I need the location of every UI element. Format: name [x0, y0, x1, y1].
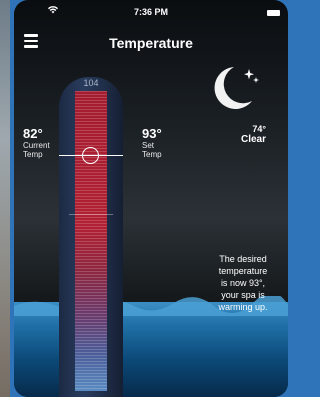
- message-line-3: is now 93°,: [220, 278, 266, 288]
- thermometer-scale-max: 104: [83, 78, 99, 88]
- set-temp-label-1: Set: [142, 141, 155, 150]
- page-title: Temperature: [109, 35, 193, 51]
- battery-icon: [267, 10, 280, 16]
- message-line-4: your spa is: [221, 290, 265, 300]
- set-temp-label-2: Temp: [142, 150, 162, 159]
- current-temp-label-2: Temp: [23, 150, 43, 159]
- adjacent-screen-left: [0, 0, 10, 397]
- thermometer-tube: [75, 91, 107, 391]
- status-message: The desired temperature is now 93°, your…: [202, 253, 284, 313]
- water-background: [14, 302, 288, 397]
- moon-stars-icon: [214, 67, 259, 109]
- status-time: 7:36 PM: [133, 7, 168, 17]
- background-right: [291, 0, 299, 397]
- thermometer-slider[interactable]: 104: [59, 77, 123, 397]
- weather-condition: Clear: [240, 134, 266, 145]
- message-line-2: temperature: [218, 266, 268, 276]
- message-line-1: The desired: [219, 254, 267, 264]
- phone-screen: 7:36 PM Temperature 74° Clear 82° Curren…: [14, 0, 288, 397]
- outdoor-temperature: 74°: [252, 124, 266, 134]
- message-line-5: warming up.: [218, 302, 268, 312]
- current-temp-block: 82° Current Temp: [23, 126, 50, 160]
- weather-summary: 74° Clear: [241, 124, 266, 145]
- thermometer-current-mark: [69, 214, 113, 215]
- status-bar: 7:36 PM: [14, 6, 288, 20]
- set-temp-block: 93° Set Temp: [142, 126, 162, 160]
- current-temp-value: 82°: [23, 126, 43, 141]
- set-point-handle[interactable]: [82, 147, 99, 164]
- set-temp-value: 93°: [142, 126, 162, 141]
- current-temp-label-1: Current: [23, 141, 50, 150]
